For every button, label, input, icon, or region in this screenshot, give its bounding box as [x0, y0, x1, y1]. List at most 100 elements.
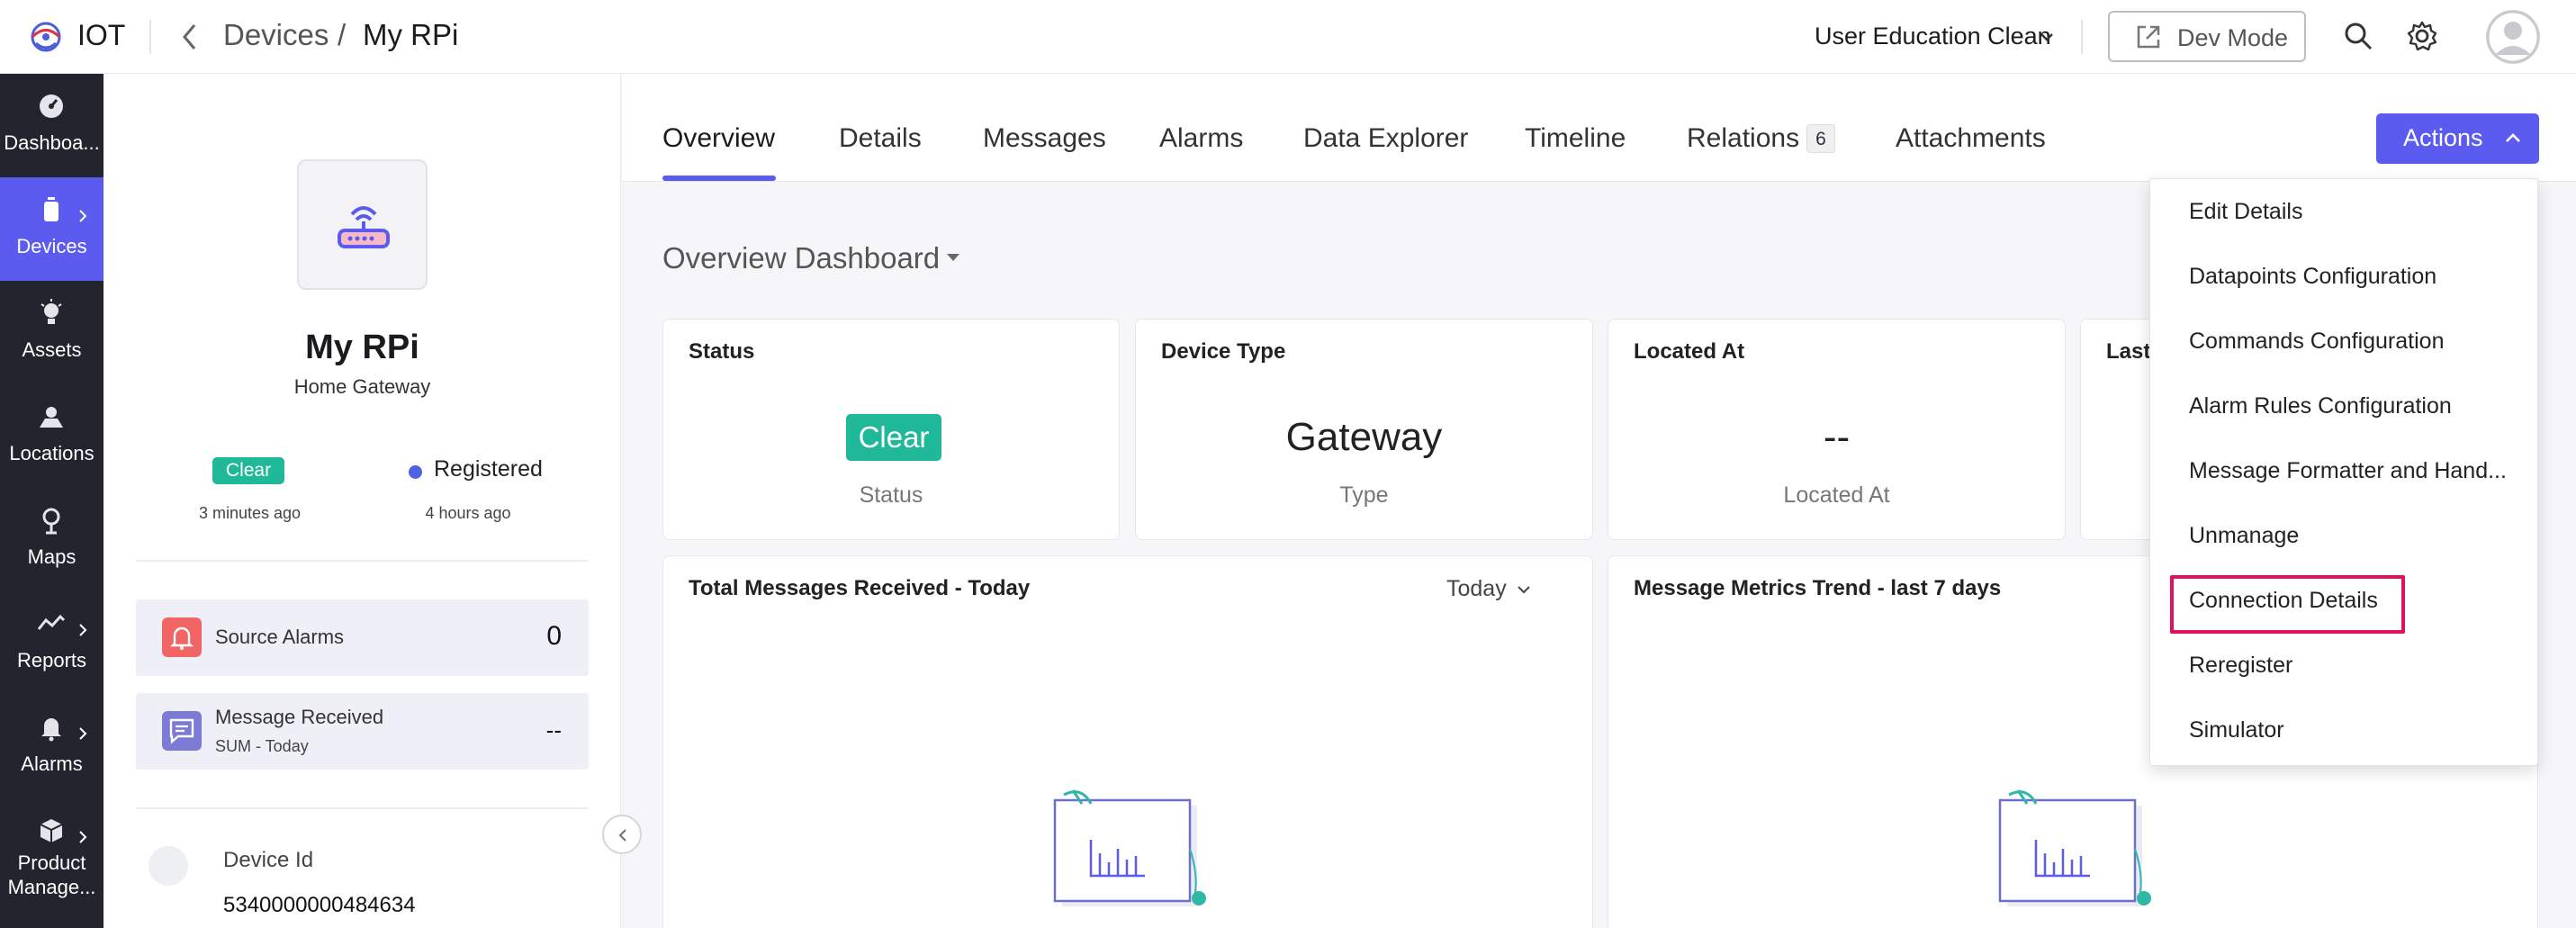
card-value: -- [1823, 415, 1851, 459]
chevron-right-icon [79, 727, 87, 740]
actions-button[interactable]: Actions [2376, 113, 2539, 164]
actions-label: Actions [2403, 124, 2483, 151]
avatar[interactable] [2486, 10, 2540, 64]
caret-down-icon[interactable] [946, 253, 960, 262]
registration-status: Registered [434, 456, 543, 482]
tab-timeline[interactable]: Timeline [1525, 123, 1626, 154]
nav-item-maps[interactable]: Maps [0, 488, 104, 591]
device-id-value: 5340000000484634 [223, 893, 416, 917]
chevron-right-icon [79, 831, 87, 843]
device-image [297, 159, 428, 290]
status-card: Status Clear Status [662, 319, 1120, 540]
nav-item-alarms[interactable]: Alarms [0, 695, 104, 798]
user-avatar-icon [2486, 10, 2540, 64]
card-title: Message Metrics Trend - last 7 days [1634, 576, 2002, 600]
tab-relations-label: Relations [1687, 123, 1800, 153]
reports-icon [37, 614, 66, 630]
search-icon[interactable] [2342, 20, 2374, 52]
gear-icon[interactable] [2406, 20, 2438, 52]
chevron-down-icon[interactable] [2039, 31, 2055, 43]
messages-received-card: Total Messages Received - Today Today [662, 555, 1593, 928]
nav-item-dashboards[interactable]: Dashboa... [0, 74, 104, 177]
menu-item-edit-details[interactable]: Edit Details [2189, 199, 2531, 225]
relations-count-badge: 6 [1806, 124, 1835, 153]
chevron-down-icon[interactable] [1517, 585, 1531, 595]
menu-item-message-formatter[interactable]: Message Formatter and Hand... [2189, 458, 2531, 484]
dashboard-icon [40, 95, 63, 118]
tab-details[interactable]: Details [839, 123, 922, 154]
dev-mode-button[interactable]: Dev Mode [2108, 11, 2306, 62]
asset-icon [41, 299, 62, 324]
box-icon [40, 819, 63, 842]
status-timestamp: 3 minutes ago [198, 504, 302, 522]
device-summary-panel: My RPi Home Gateway Clear 3 minutes ago … [104, 74, 621, 928]
empty-chart-illustration [1053, 789, 1206, 906]
nav-item-devices[interactable]: Devices [0, 177, 104, 281]
chevron-right-icon [79, 210, 87, 222]
chevron-left-icon [618, 829, 626, 842]
date-range-select[interactable]: Today [1446, 576, 1507, 602]
device-id-label: Device Id [223, 848, 314, 872]
nav-item-locations[interactable]: Locations [0, 384, 104, 488]
source-alarms-value: 0 [546, 621, 562, 651]
menu-item-reregister[interactable]: Reregister [2189, 653, 2531, 679]
registration-status-dot [409, 465, 422, 479]
source-alarms-card[interactable]: Source Alarms 0 [136, 599, 589, 676]
message-received-card[interactable]: Message Received SUM - Today -- [136, 693, 589, 770]
chevron-right-icon [79, 624, 87, 636]
org-selector[interactable]: User Education Clean [1815, 23, 2051, 50]
source-alarms-label: Source Alarms [215, 626, 345, 648]
highlight-box [2170, 575, 2405, 634]
card-caption: Type [1339, 482, 1389, 508]
breadcrumb-parent-link[interactable]: Devices [223, 18, 329, 52]
card-title: Total Messages Received - Today [689, 576, 1031, 600]
menu-item-simulator[interactable]: Simulator [2189, 717, 2531, 743]
tab-alarms[interactable]: Alarms [1159, 123, 1243, 154]
nav-item-reports[interactable]: Reports [0, 591, 104, 695]
active-tab-indicator [662, 176, 776, 181]
nav-label: Product Manage... [7, 851, 96, 898]
breadcrumb-separator: / [338, 18, 347, 51]
router-icon [338, 206, 390, 248]
nav-label: Alarms [21, 752, 83, 775]
dashboard-selector[interactable]: Overview Dashboard [662, 241, 940, 275]
map-pin-icon [42, 508, 60, 535]
tab-data-explorer[interactable]: Data Explorer [1303, 123, 1468, 154]
tab-overview[interactable]: Overview [662, 123, 775, 154]
nav-label: Reports [16, 649, 87, 671]
chevron-up-icon [2506, 133, 2520, 142]
tab-attachments[interactable]: Attachments [1896, 123, 2046, 154]
menu-item-commands-configuration[interactable]: Commands Configuration [2189, 329, 2531, 355]
divider [136, 807, 589, 809]
tab-messages[interactable]: Messages [983, 123, 1106, 154]
divider [2081, 20, 2083, 54]
device-type-label: Home Gateway [293, 375, 431, 398]
collapse-panel-button[interactable] [602, 815, 642, 854]
empty-chart-illustration [1998, 789, 2151, 906]
app-name: IOT [77, 19, 126, 51]
bell-icon [41, 718, 61, 742]
card-value: Gateway [1285, 415, 1443, 459]
menu-item-unmanage[interactable]: Unmanage [2189, 523, 2531, 549]
back-chevron-icon[interactable] [178, 20, 202, 54]
nav-label: Assets [22, 338, 82, 361]
nav-label: Maps [27, 545, 77, 568]
status-value-badge: Clear [846, 414, 941, 461]
iot-logo-icon[interactable] [25, 16, 67, 58]
menu-item-alarm-rules-configuration[interactable]: Alarm Rules Configuration [2189, 393, 2531, 419]
breadcrumb-current: My RPi [363, 18, 459, 51]
device-icon [44, 197, 59, 221]
location-icon [40, 407, 63, 428]
menu-item-datapoints-configuration[interactable]: Datapoints Configuration [2189, 264, 2531, 290]
tab-relations[interactable]: Relations 6 [1687, 123, 1835, 154]
nav-item-product-management[interactable]: Product Manage... [0, 798, 104, 928]
top-bar: IOT Devices / My RPi User Education Clea… [0, 0, 2576, 74]
divider [149, 20, 151, 54]
card-title: Located At [1634, 339, 1745, 364]
card-title: Status [689, 339, 755, 364]
divider [136, 560, 589, 562]
nav-item-assets[interactable]: Assets [0, 281, 104, 384]
tab-bar: Overview Details Messages Alarms Data Ex… [622, 74, 2576, 182]
nav-label: Locations [9, 442, 95, 464]
card-title: Last [2106, 339, 2151, 364]
